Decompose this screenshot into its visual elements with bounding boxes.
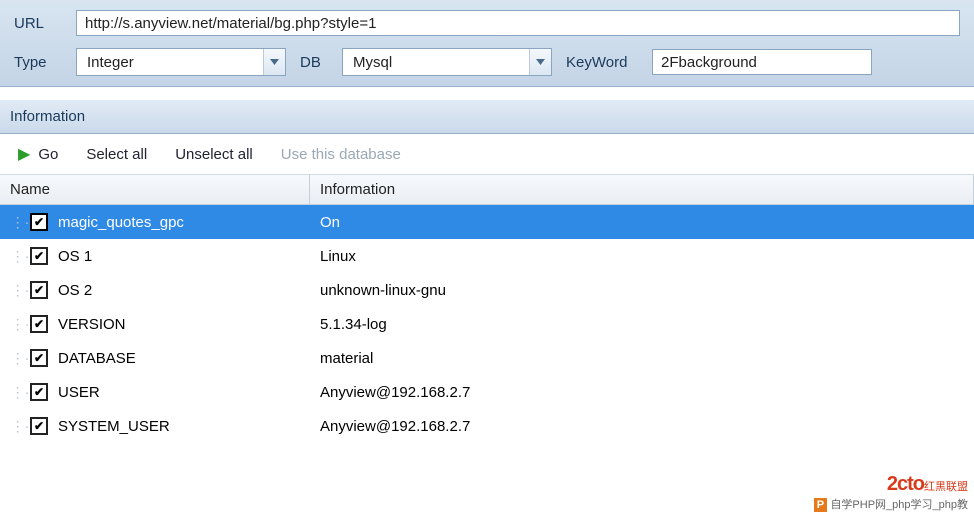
table-header: Name Information: [0, 175, 974, 205]
type-label: Type: [14, 54, 62, 71]
row-checkbox[interactable]: ✔: [30, 315, 48, 333]
tree-branch-icon: ⋮·: [10, 248, 30, 265]
row-checkbox[interactable]: ✔: [30, 281, 48, 299]
table-row[interactable]: ⋮·✔ OS 1 Linux: [0, 239, 974, 273]
db-value: Mysql: [343, 49, 529, 75]
tree-branch-icon: ⋮·: [10, 282, 30, 299]
column-information-header[interactable]: Information: [310, 175, 974, 204]
go-label: Go: [38, 146, 58, 163]
table-body: ⋮·✔magic_quotes_gpcOn⋮·✔OS 1Linux⋮·✔OS 2…: [0, 205, 974, 443]
row-name: USER: [58, 384, 100, 401]
tree-branch-icon: ⋮·: [10, 214, 30, 231]
table-row[interactable]: ⋮·✔ OS 2 unknown-linux-gnu: [0, 273, 974, 307]
type-combobox[interactable]: Integer: [76, 48, 286, 76]
column-name-header[interactable]: Name: [0, 175, 310, 204]
db-dropdown-button[interactable]: [529, 49, 551, 75]
watermark-tag: 红黑联盟: [924, 481, 968, 493]
row-info: On: [310, 214, 974, 231]
table-row[interactable]: ⋮·✔ USER Anyview@192.168.2.7: [0, 375, 974, 409]
row-info: material: [310, 350, 974, 367]
row-info: unknown-linux-gnu: [310, 282, 974, 299]
query-form-panel: URL Type Integer DB Mysql KeyWord: [0, 0, 974, 87]
db-combobox[interactable]: Mysql: [342, 48, 552, 76]
table-row[interactable]: ⋮·✔ magic_quotes_gpc On: [0, 205, 974, 239]
tree-branch-icon: ⋮·: [10, 384, 30, 401]
row-info: 5.1.34-log: [310, 316, 974, 333]
type-dropdown-button[interactable]: [263, 49, 285, 75]
play-icon: ▶: [18, 144, 30, 164]
row-checkbox[interactable]: ✔: [30, 349, 48, 367]
row-name: OS 1: [58, 248, 92, 265]
keyword-label: KeyWord: [566, 54, 638, 71]
row-name: magic_quotes_gpc: [58, 214, 184, 231]
row-checkbox[interactable]: ✔: [30, 383, 48, 401]
toolbar: ▶ Go Select all Unselect all Use this da…: [0, 134, 974, 175]
chevron-down-icon: [270, 59, 279, 65]
row-name: SYSTEM_USER: [58, 418, 170, 435]
table-row[interactable]: ⋮·✔ VERSION 5.1.34-log: [0, 307, 974, 341]
row-checkbox[interactable]: ✔: [30, 417, 48, 435]
table-row[interactable]: ⋮·✔ SYSTEM_USER Anyview@192.168.2.7: [0, 409, 974, 443]
chevron-down-icon: [536, 59, 545, 65]
type-value: Integer: [77, 49, 263, 75]
row-name: DATABASE: [58, 350, 136, 367]
row-info: Anyview@192.168.2.7: [310, 418, 974, 435]
tree-branch-icon: ⋮·: [10, 418, 30, 435]
row-name: VERSION: [58, 316, 126, 333]
keyword-input[interactable]: [652, 49, 872, 75]
unselect-all-button[interactable]: Unselect all: [175, 146, 253, 163]
watermark-sub: 自学PHP网_php学习_php教: [830, 499, 968, 511]
tree-branch-icon: ⋮·: [10, 350, 30, 367]
row-info: Linux: [310, 248, 974, 265]
watermark: 2cto红黑联盟 P 自学PHP网_php学习_php教: [814, 473, 968, 512]
row-info: Anyview@192.168.2.7: [310, 384, 974, 401]
go-button[interactable]: ▶ Go: [18, 144, 58, 164]
watermark-logo: 2cto: [887, 473, 924, 495]
use-database-button: Use this database: [281, 146, 401, 163]
tree-branch-icon: ⋮·: [10, 316, 30, 333]
url-input[interactable]: [76, 10, 960, 36]
row-checkbox[interactable]: ✔: [30, 247, 48, 265]
information-panel-header: Information: [0, 99, 974, 134]
row-checkbox[interactable]: ✔: [30, 213, 48, 231]
url-label: URL: [14, 15, 62, 32]
watermark-badge: P: [814, 498, 827, 512]
table-row[interactable]: ⋮·✔ DATABASE material: [0, 341, 974, 375]
db-label: DB: [300, 54, 328, 71]
select-all-button[interactable]: Select all: [86, 146, 147, 163]
row-name: OS 2: [58, 282, 92, 299]
